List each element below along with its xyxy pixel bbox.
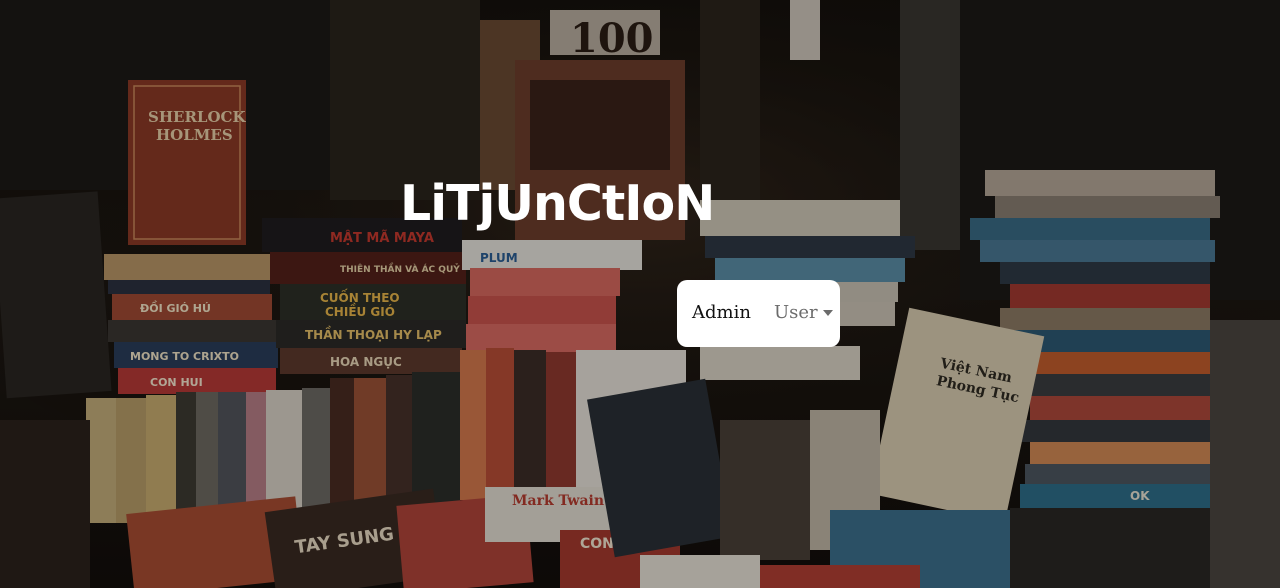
nav-user-label: User xyxy=(774,302,818,323)
chevron-down-icon xyxy=(822,310,833,316)
nav-admin-link[interactable]: Admin xyxy=(692,302,751,323)
bookshelf-photo-icon: 100 SHERLOCK HOLMES ĐỒI GIÓ HÚ MONG TO C… xyxy=(0,0,1280,588)
nav-card: Admin User xyxy=(677,280,840,347)
nav-user-dropdown[interactable]: User xyxy=(774,302,833,323)
nav-admin-label: Admin xyxy=(692,302,751,323)
brand-title: LiTjUnCtIoN xyxy=(400,175,715,232)
hero-background: 100 SHERLOCK HOLMES ĐỒI GIÓ HÚ MONG TO C… xyxy=(0,0,1280,588)
